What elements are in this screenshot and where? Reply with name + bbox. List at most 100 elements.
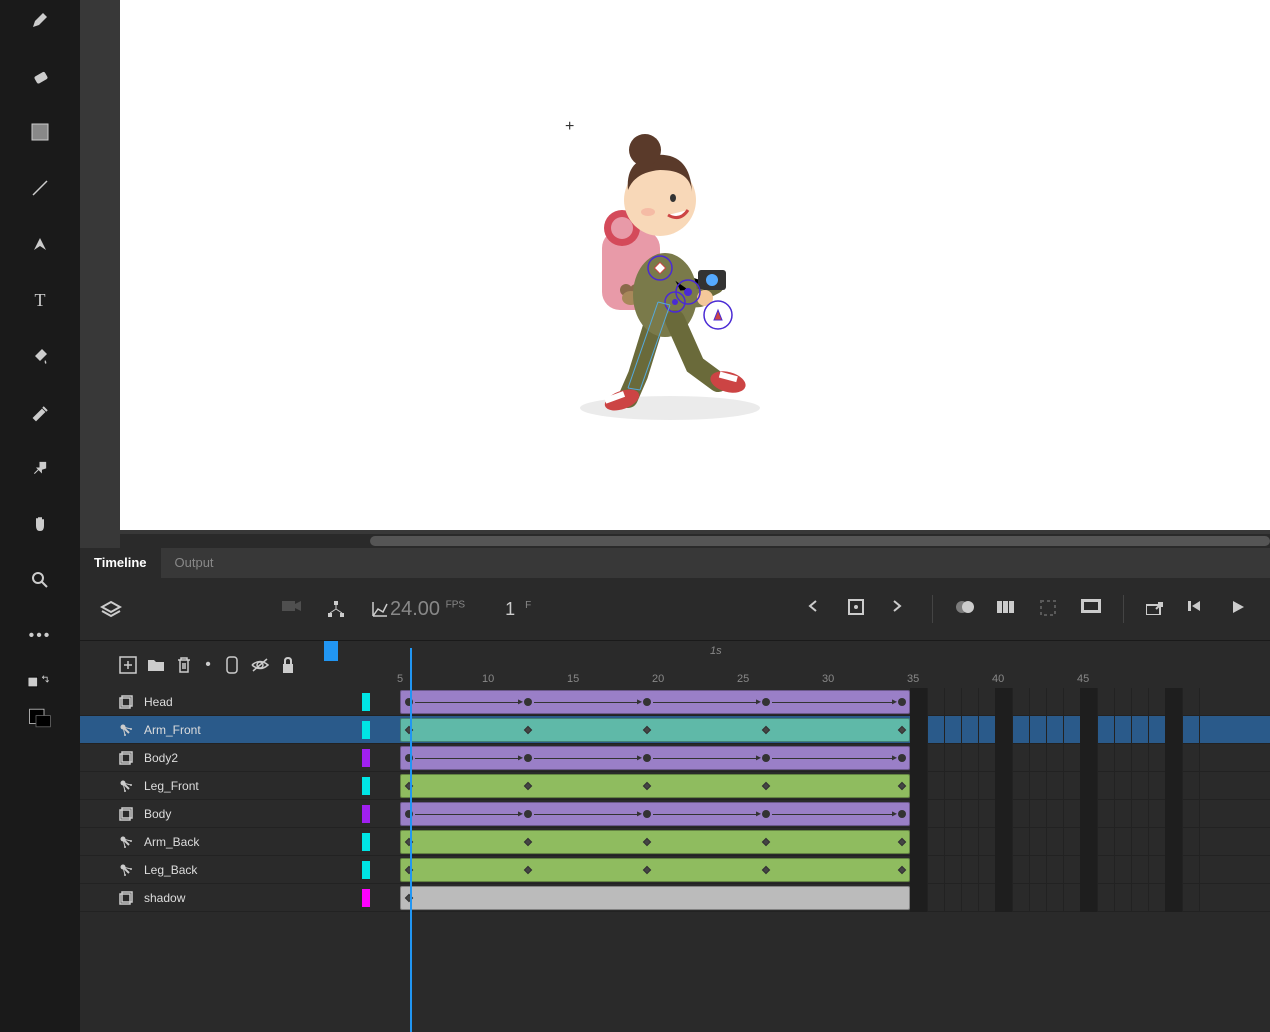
- play-icon[interactable]: [1230, 599, 1250, 619]
- layer-color-swatch[interactable]: [362, 693, 370, 711]
- onion-skin-icon[interactable]: [955, 599, 975, 619]
- keyframe-nav-icon[interactable]: [848, 599, 868, 619]
- paint-bucket-tool-icon[interactable]: [28, 344, 52, 368]
- keyframe[interactable]: [898, 754, 906, 762]
- layer-row[interactable]: Body2▸▸▸▸: [80, 744, 1270, 772]
- layer-track[interactable]: [400, 772, 1270, 800]
- zoom-tool-icon[interactable]: [28, 568, 52, 592]
- new-layer-icon[interactable]: [114, 656, 142, 674]
- layer-row[interactable]: Arm_Back: [80, 828, 1270, 856]
- edit-multiple-icon[interactable]: [997, 599, 1017, 619]
- swap-colors-icon[interactable]: [28, 670, 52, 694]
- keyframe[interactable]: [762, 725, 770, 733]
- parenting-view-icon[interactable]: [326, 599, 346, 619]
- layer-color-swatch[interactable]: [362, 805, 370, 823]
- keyframe[interactable]: [898, 781, 906, 789]
- layer-row[interactable]: shadow: [80, 884, 1270, 912]
- keyframe[interactable]: [898, 837, 906, 845]
- hand-tool-icon[interactable]: [28, 512, 52, 536]
- keyframe[interactable]: [524, 754, 532, 762]
- fps-display[interactable]: 24.00 FPS: [390, 598, 465, 621]
- layer-color-swatch[interactable]: [362, 777, 370, 795]
- keyframe[interactable]: [762, 865, 770, 873]
- layer-track[interactable]: ▸▸▸▸: [400, 744, 1270, 772]
- color-swatches-icon[interactable]: [28, 706, 52, 730]
- pen-tool-icon[interactable]: [28, 232, 52, 256]
- layer-outline-icon[interactable]: [218, 656, 246, 674]
- keyframe[interactable]: [898, 865, 906, 873]
- layer-visibility-icon[interactable]: [246, 657, 274, 673]
- keyframe[interactable]: [762, 754, 770, 762]
- layer-color-swatch[interactable]: [362, 749, 370, 767]
- keyframe[interactable]: [898, 810, 906, 818]
- keyframe[interactable]: [898, 698, 906, 706]
- keyframe[interactable]: [643, 698, 651, 706]
- layer-lock-icon[interactable]: [274, 656, 302, 674]
- export-icon[interactable]: [1146, 599, 1166, 619]
- fit-icon[interactable]: [1081, 599, 1101, 619]
- eraser-tool-icon[interactable]: [28, 64, 52, 88]
- keyframe[interactable]: [762, 810, 770, 818]
- keyframe[interactable]: [524, 725, 532, 733]
- layer-track[interactable]: [400, 856, 1270, 884]
- keyframe[interactable]: [643, 781, 651, 789]
- layer-color-swatch[interactable]: [362, 721, 370, 739]
- delete-layer-icon[interactable]: [170, 656, 198, 674]
- eyedropper-tool-icon[interactable]: [28, 400, 52, 424]
- new-folder-icon[interactable]: [142, 657, 170, 672]
- line-tool-icon[interactable]: [28, 176, 52, 200]
- more-tools-icon[interactable]: •••: [28, 624, 52, 648]
- playhead[interactable]: [324, 641, 338, 661]
- keyframe[interactable]: [762, 837, 770, 845]
- horizontal-scrollbar[interactable]: [120, 534, 1270, 548]
- layer-name-label: Leg_Front: [144, 779, 199, 793]
- camera-icon[interactable]: [282, 599, 302, 619]
- layer-track[interactable]: [400, 884, 1270, 912]
- frame-display[interactable]: 1F: [505, 599, 531, 620]
- keyframe[interactable]: [898, 725, 906, 733]
- layer-row[interactable]: Arm_Front: [80, 716, 1270, 744]
- layer-highlight-dot-icon[interactable]: •: [198, 656, 218, 674]
- keyframe[interactable]: [643, 810, 651, 818]
- layer-row[interactable]: Head▸▸▸▸: [80, 688, 1270, 716]
- layer-track[interactable]: [400, 828, 1270, 856]
- keyframe[interactable]: [524, 865, 532, 873]
- tab-output[interactable]: Output: [161, 548, 228, 578]
- character-artwork[interactable]: [540, 120, 800, 440]
- keyframe[interactable]: [524, 810, 532, 818]
- keyframe[interactable]: [524, 698, 532, 706]
- layer-color-swatch[interactable]: [362, 861, 370, 879]
- keyframe[interactable]: [643, 754, 651, 762]
- prev-icon[interactable]: [806, 599, 826, 619]
- graph-icon[interactable]: [370, 599, 390, 619]
- layer-row[interactable]: Leg_Back: [80, 856, 1270, 884]
- layer-track[interactable]: ▸▸▸▸: [400, 688, 1270, 716]
- stage-canvas[interactable]: +: [120, 0, 1270, 530]
- marker-icon[interactable]: [1039, 599, 1059, 619]
- keyframe[interactable]: [524, 781, 532, 789]
- keyframe[interactable]: [643, 837, 651, 845]
- text-tool-icon[interactable]: T: [28, 288, 52, 312]
- rectangle-tool-icon[interactable]: [28, 120, 52, 144]
- pencil-tool-icon[interactable]: [28, 8, 52, 32]
- timeline-ruler[interactable]: 1s 51015202530354045: [322, 641, 1256, 689]
- playhead-line[interactable]: [410, 648, 412, 1032]
- layer-row[interactable]: Leg_Front: [80, 772, 1270, 800]
- layer-track[interactable]: ▸▸▸▸: [400, 800, 1270, 828]
- layer-color-swatch[interactable]: [362, 833, 370, 851]
- next-icon[interactable]: [890, 599, 910, 619]
- keyframe[interactable]: [524, 837, 532, 845]
- layer-track[interactable]: [400, 716, 1270, 744]
- keyframe[interactable]: [762, 698, 770, 706]
- keyframe[interactable]: [643, 865, 651, 873]
- timeline-panel: Timeline Output 24.00 FPS 1F: [80, 548, 1270, 1032]
- layers-menu-icon[interactable]: [100, 599, 120, 619]
- layer-color-swatch[interactable]: [362, 889, 370, 907]
- keyframe[interactable]: [643, 725, 651, 733]
- canvas-area: +: [80, 0, 1270, 548]
- tab-timeline[interactable]: Timeline: [80, 548, 161, 578]
- keyframe[interactable]: [762, 781, 770, 789]
- pin-tool-icon[interactable]: [28, 456, 52, 480]
- layer-row[interactable]: Body▸▸▸▸: [80, 800, 1270, 828]
- step-back-icon[interactable]: [1188, 599, 1208, 619]
